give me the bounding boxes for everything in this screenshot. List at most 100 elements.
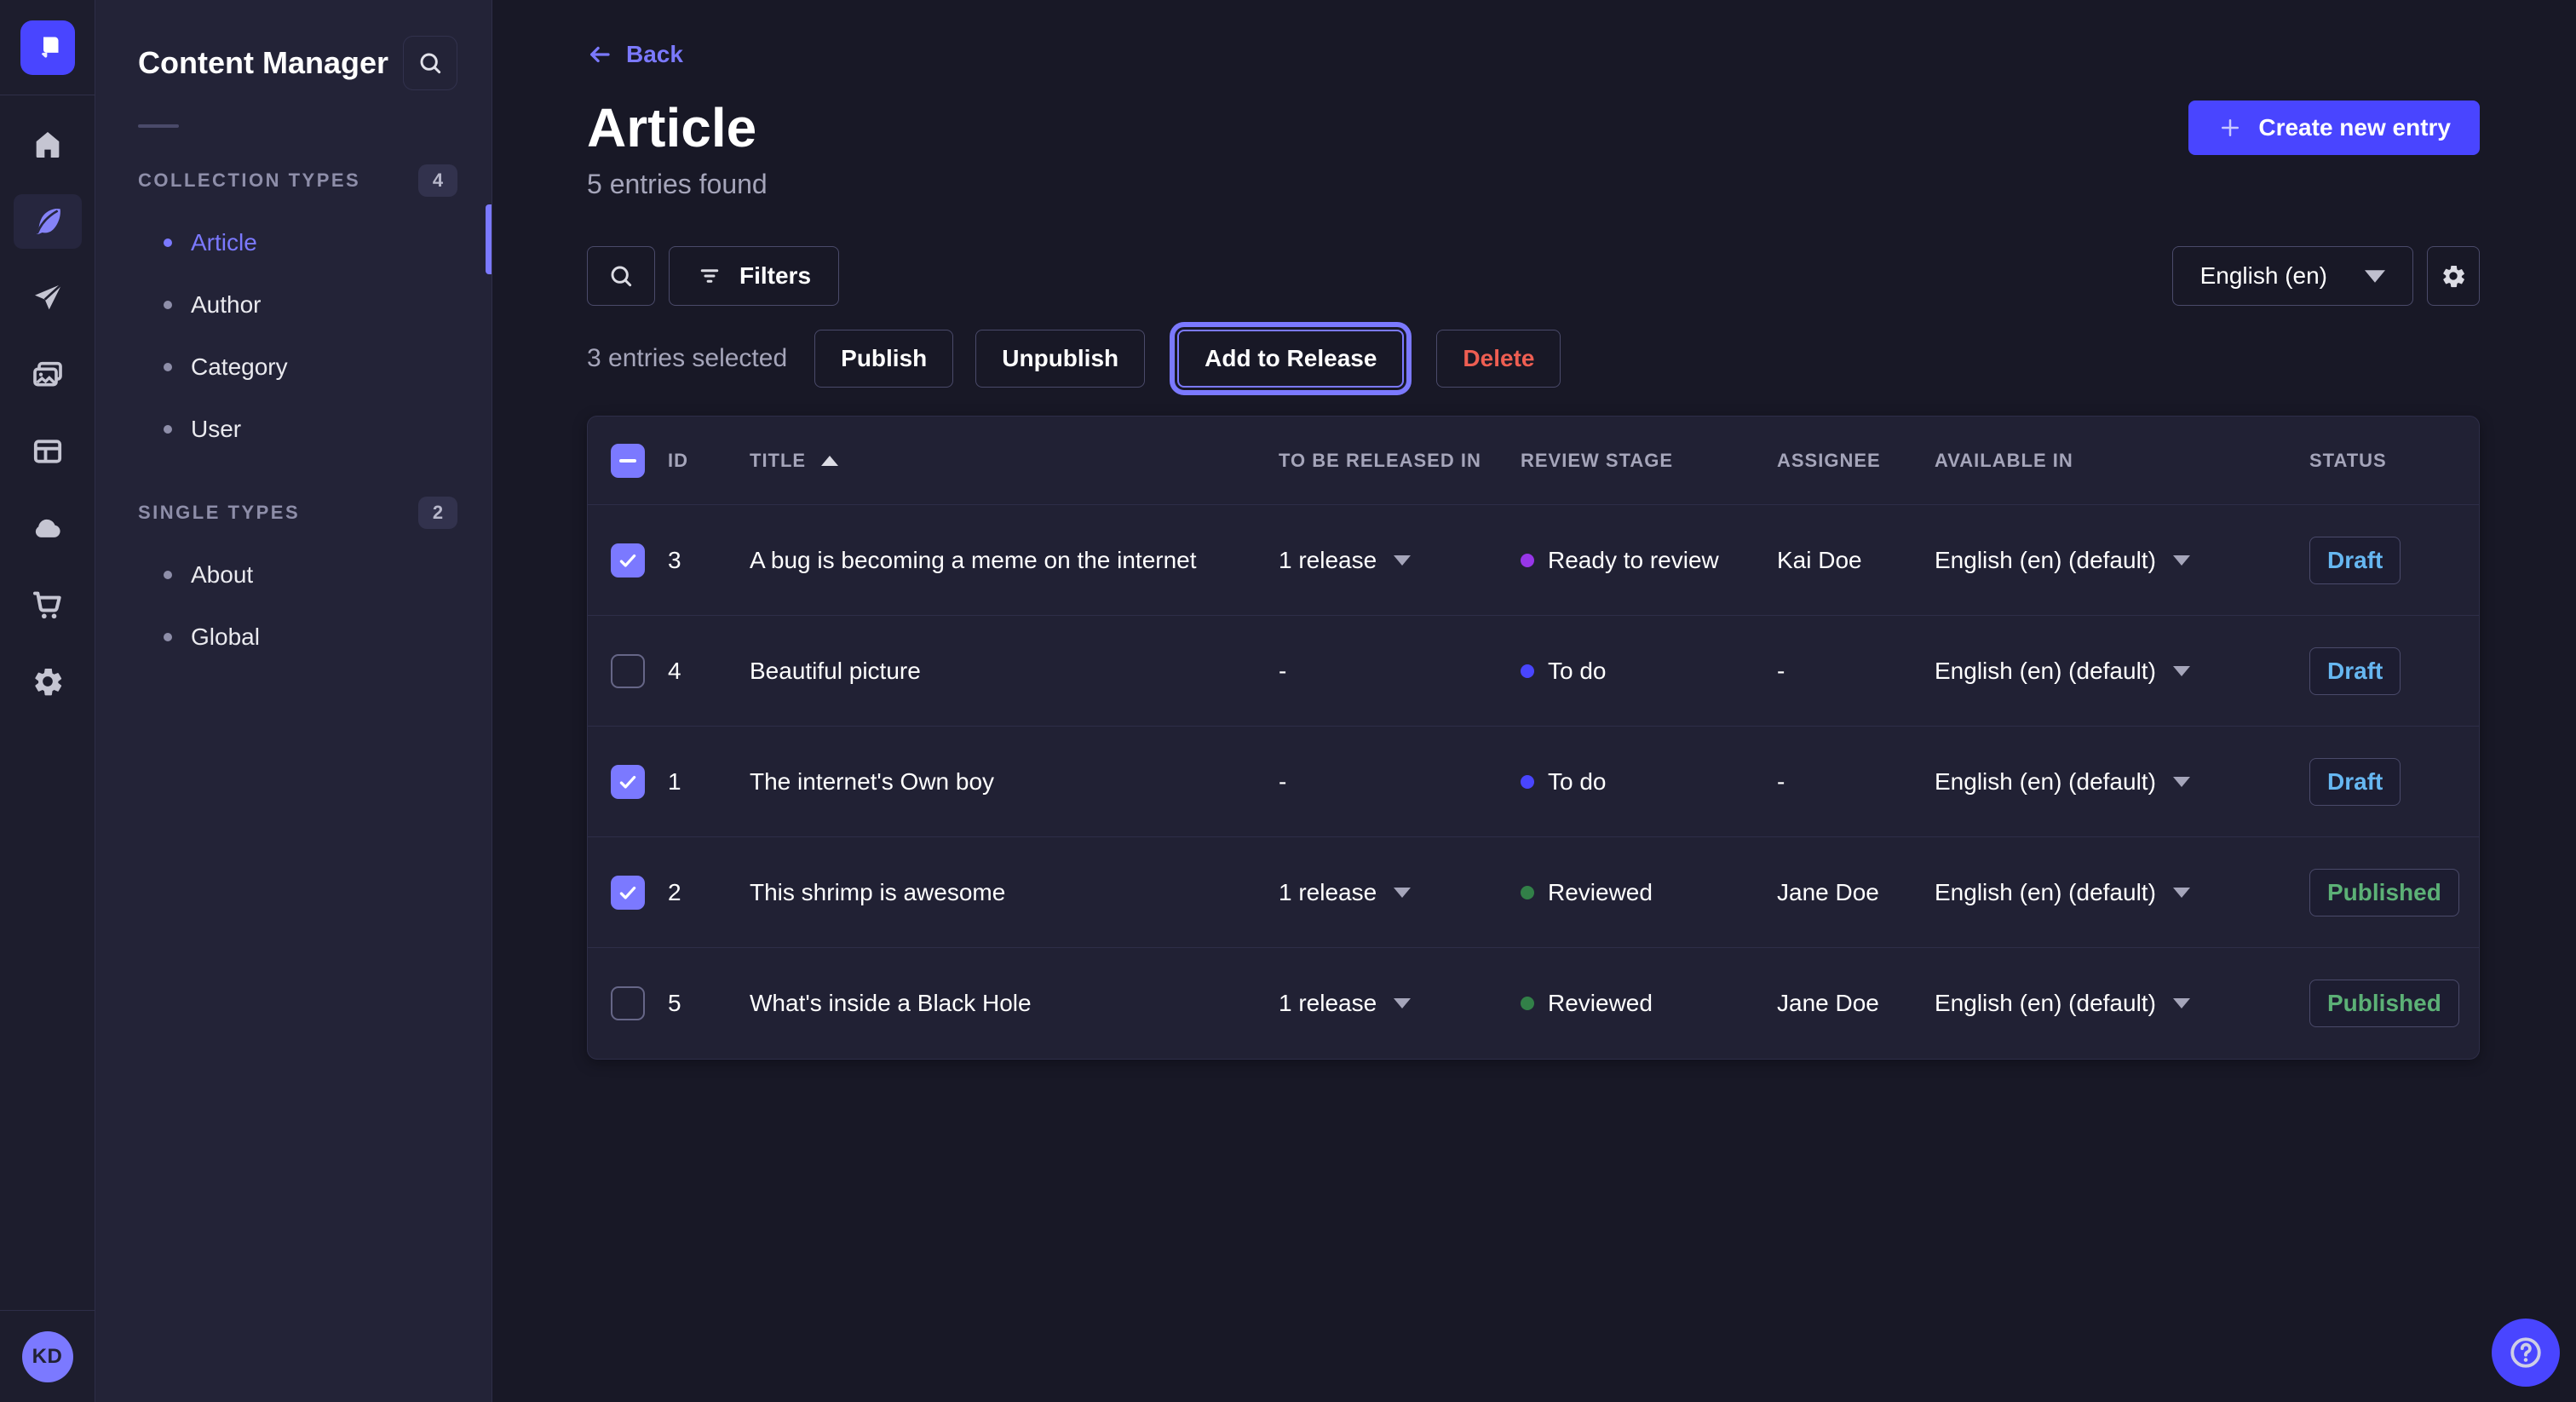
cell-id: 3 — [664, 547, 750, 574]
column-header-title[interactable]: TITLE — [750, 450, 1279, 472]
search-icon — [607, 262, 635, 290]
bullet-icon — [164, 238, 172, 247]
add-to-release-button[interactable]: Add to Release — [1177, 330, 1404, 388]
cell-id: 5 — [664, 990, 750, 1017]
bullet-icon — [164, 571, 172, 579]
main-nav-items — [0, 95, 95, 731]
cell-to-be-released-in: - — [1279, 768, 1521, 796]
chevron-down-icon — [2173, 777, 2190, 787]
nav-home[interactable] — [14, 118, 82, 172]
column-header-review-stage[interactable]: REVIEW STAGE — [1521, 450, 1777, 472]
paper-plane-icon — [31, 281, 65, 315]
cell-available-in[interactable]: English (en) (default) — [1935, 879, 2309, 906]
subnav-active-indicator — [486, 204, 492, 274]
sidebar-item-about[interactable]: About — [138, 543, 457, 606]
chevron-down-icon — [2173, 555, 2190, 566]
locale-select[interactable]: English (en) — [2172, 246, 2413, 306]
check-icon — [617, 549, 639, 572]
layout-icon — [31, 434, 65, 468]
cell-to-be-released-in: - — [1279, 658, 1521, 685]
action-left: Filters — [587, 246, 839, 306]
unpublish-button[interactable]: Unpublish — [975, 330, 1145, 388]
table-row[interactable]: 3A bug is becoming a meme on the interne… — [588, 505, 2479, 616]
row-checkbox[interactable] — [611, 654, 645, 688]
shopping-cart-icon — [31, 588, 65, 622]
table-row[interactable]: 4Beautiful picture-To do-English (en) (d… — [588, 616, 2479, 727]
main-nav-footer: KD — [0, 1310, 95, 1402]
cell-available-in[interactable]: English (en) (default) — [1935, 990, 2309, 1017]
cell-available-in[interactable]: English (en) (default) — [1935, 658, 2309, 685]
cell-assignee: Jane Doe — [1777, 990, 1935, 1017]
cell-to-be-released-in[interactable]: 1 release — [1279, 879, 1521, 906]
action-row: Filters English (en) — [587, 246, 2480, 306]
cell-title: This shrimp is awesome — [750, 879, 1279, 906]
select-all-checkbox[interactable] — [611, 444, 645, 478]
sidebar-item-global[interactable]: Global — [138, 606, 457, 668]
cell-to-be-released-in[interactable]: 1 release — [1279, 547, 1521, 574]
cell-available-in[interactable]: English (en) (default) — [1935, 768, 2309, 796]
nav-content-type-builder[interactable] — [14, 424, 82, 479]
entries-count: 5 entries found — [587, 169, 2480, 200]
sidebar-item-label: Category — [191, 353, 288, 381]
create-new-entry-button[interactable]: Create new entry — [2188, 101, 2480, 155]
filters-button[interactable]: Filters — [669, 246, 839, 306]
sidebar-item-article[interactable]: Article — [138, 211, 457, 273]
action-right: English (en) — [2172, 246, 2480, 306]
list-search-button[interactable] — [587, 246, 655, 306]
cell-review-stage: To do — [1521, 658, 1777, 685]
section-count-badge: 2 — [418, 497, 457, 529]
cell-title: What's inside a Black Hole — [750, 990, 1279, 1017]
cell-assignee: - — [1777, 658, 1935, 685]
table-row[interactable]: 2This shrimp is awesome1 releaseReviewed… — [588, 837, 2479, 948]
nav-settings[interactable] — [14, 654, 82, 709]
page-title: Article — [587, 101, 756, 155]
column-header-id[interactable]: ID — [664, 450, 750, 472]
nav-cloud[interactable] — [14, 501, 82, 555]
publish-button[interactable]: Publish — [814, 330, 953, 388]
sidebar-item-author[interactable]: Author — [138, 273, 457, 336]
cell-assignee: Kai Doe — [1777, 547, 1935, 574]
nav-media-library[interactable] — [14, 348, 82, 402]
nav-releases[interactable] — [14, 271, 82, 325]
cell-to-be-released-in[interactable]: 1 release — [1279, 990, 1521, 1017]
strapi-logo[interactable] — [20, 20, 75, 75]
column-header-status[interactable]: STATUS — [2309, 450, 2479, 472]
column-header-assignee[interactable]: ASSIGNEE — [1777, 450, 1935, 472]
table-row[interactable]: 1The internet's Own boy-To do-English (e… — [588, 727, 2479, 837]
subnav-search-button[interactable] — [403, 36, 457, 90]
cell-status: Draft — [2309, 537, 2479, 584]
filter-icon — [697, 263, 722, 289]
sidebar-item-category[interactable]: Category — [138, 336, 457, 398]
delete-button[interactable]: Delete — [1436, 330, 1561, 388]
row-checkbox[interactable] — [611, 765, 645, 799]
plus-icon — [2217, 115, 2243, 141]
section-items: ArticleAuthor Category User — [138, 211, 457, 460]
chevron-down-icon — [2173, 998, 2190, 1008]
list-settings-button[interactable] — [2427, 246, 2480, 306]
cell-assignee: - — [1777, 768, 1935, 796]
strapi-logo-icon — [31, 31, 65, 65]
subnav-sections: COLLECTION TYPES4ArticleAuthorCategoryUs… — [95, 164, 492, 668]
user-avatar[interactable]: KD — [22, 1331, 73, 1382]
row-checkbox[interactable] — [611, 543, 645, 577]
help-button[interactable] — [2492, 1319, 2560, 1387]
column-header-to-be-released-in[interactable]: TO BE RELEASED IN — [1279, 450, 1521, 472]
cell-id: 4 — [664, 658, 750, 685]
nav-content-manager[interactable] — [14, 194, 82, 249]
sidebar-item-label: Global — [191, 623, 260, 651]
cell-checkbox — [588, 543, 664, 577]
avatar-initials: KD — [32, 1345, 63, 1369]
nav-marketplace[interactable] — [14, 577, 82, 632]
row-checkbox[interactable] — [611, 986, 645, 1020]
cell-available-in[interactable]: English (en) (default) — [1935, 547, 2309, 574]
main-nav: KD — [0, 0, 95, 1402]
cell-status: Draft — [2309, 758, 2479, 806]
content-manager-sidebar: Content Manager COLLECTION TYPES4Article… — [95, 0, 492, 1402]
table-row[interactable]: 5What's inside a Black Hole1 releaseRevi… — [588, 948, 2479, 1059]
column-header-available-in[interactable]: AVAILABLE IN — [1935, 450, 2309, 472]
sidebar-item-user[interactable]: User — [138, 398, 457, 460]
cell-review-stage: Reviewed — [1521, 879, 1777, 906]
images-icon — [31, 358, 65, 392]
row-checkbox[interactable] — [611, 876, 645, 910]
back-link[interactable]: Back — [587, 41, 683, 68]
